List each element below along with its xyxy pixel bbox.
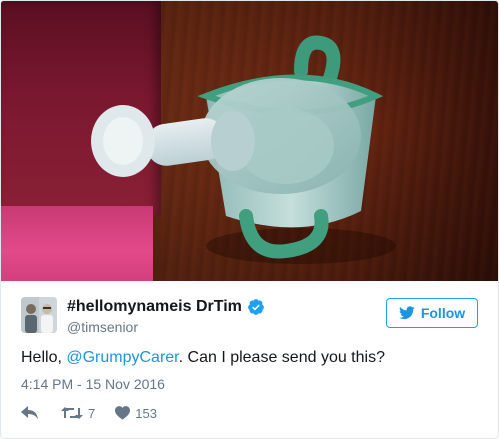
reply-button[interactable] [21,406,39,420]
tweet-timestamp[interactable]: 4:14 PM - 15 Nov 2016 [21,376,165,392]
display-name[interactable]: #hellomynameis DrTim [67,298,242,316]
tweet-text-before: Hello, [21,349,67,366]
reply-icon [21,406,38,419]
retweet-button[interactable]: 7 [61,406,95,421]
follow-button-label: Follow [420,305,466,321]
tweet-text: Hello, @GrumpyCarer. Can I please send y… [21,349,385,367]
user-handle[interactable]: @timsenior [67,319,138,335]
follow-button[interactable]: Follow [386,298,478,328]
retweet-count: 7 [88,405,96,421]
sippy-cup-photo[interactable] [1,1,498,281]
like-count: 153 [135,405,157,421]
verified-badge-icon [248,299,264,315]
retweet-icon [61,407,83,419]
avatar[interactable] [21,297,57,333]
heart-icon [115,406,131,420]
tweet-card: #hellomynameis DrTim @timsenior Follow H… [0,0,499,439]
tweet-text-after: . Can I please send you this? [178,349,385,366]
like-button[interactable]: 153 [115,406,157,421]
twitter-bird-icon [398,306,415,320]
tweet-actions: 7 153 [21,404,157,422]
mention-link[interactable]: @GrumpyCarer [66,349,178,366]
avatar-photo [21,297,57,333]
sippy-cup-illustration [91,35,396,264]
